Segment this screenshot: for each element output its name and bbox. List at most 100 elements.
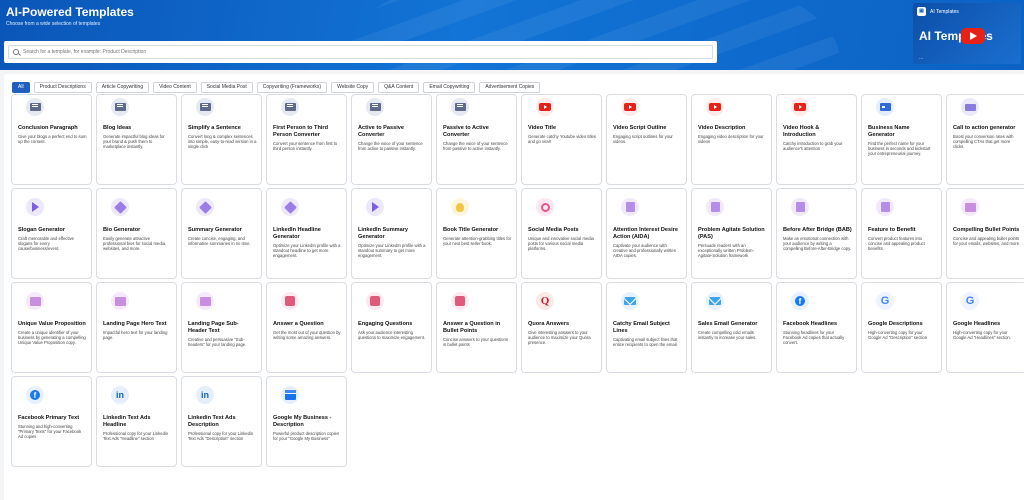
template-card[interactable]: Blog Ideas Generate impactful blog ideas … (96, 94, 177, 185)
templates-panel: All Product Descriptions Article Copywriti… (4, 74, 1024, 500)
tab-copywriting-frameworks[interactable]: Copywriting (Frameworks) (256, 82, 328, 93)
template-description: Concise answers to your questions in bul… (443, 337, 508, 348)
pen-icon (111, 198, 129, 216)
tab-email-copywriting[interactable]: Email Copywriting (423, 82, 476, 93)
tab-all[interactable]: All (12, 82, 30, 93)
template-card[interactable]: Catchy Email Subject Lines Captivating em… (606, 282, 687, 373)
google-icon: G (961, 292, 979, 310)
search-panel (4, 41, 717, 63)
megaphone-icon (26, 198, 44, 216)
qa-icon (451, 292, 469, 310)
hero-banner: AI-Powered Templates Choose from a wide … (0, 0, 1024, 70)
cta-icon (961, 98, 979, 116)
template-description: Stunning and high-converting "Primary Te… (18, 424, 82, 440)
template-card[interactable]: Bio Generator Easily generate attractive … (96, 188, 177, 279)
template-description: Change the voice of your sentence from a… (358, 141, 423, 152)
template-card[interactable]: Sales Email Generator Create compelling c… (691, 282, 772, 373)
template-card[interactable]: Video Script Outline Engaging script outl… (606, 94, 687, 185)
tab-website-copy[interactable]: Website Copy (331, 82, 375, 93)
search-input[interactable] (23, 49, 703, 55)
template-card[interactable]: Active to Passive Converter Change the vo… (351, 94, 432, 185)
template-card[interactable]: Before After Bridge (BAB) Make an emotion… (776, 188, 857, 279)
mail-icon (621, 292, 639, 310)
tab-advertisement-copies[interactable]: Advertisement Copies (479, 82, 541, 93)
template-card[interactable]: LinkedIn Headline Generator Optimize your… (266, 188, 347, 279)
template-card[interactable]: LinkedIn Summary Generator Optimize your … (351, 188, 432, 279)
template-card[interactable]: Compelling Bullet Points Concise and appe… (946, 188, 1024, 279)
template-title: Linkedin Text Ads Headline (103, 415, 151, 428)
template-card[interactable]: Social Media Posts Unique and innovative … (521, 188, 602, 279)
page-subtitle: Choose from a wide selection of template… (6, 21, 101, 27)
template-title: Sales Email Generator (698, 321, 758, 327)
template-card[interactable]: Book Title Generator Generate attention-g… (436, 188, 517, 279)
template-card[interactable]: Video Title Generate catchy Youtube video… (521, 94, 602, 185)
template-card[interactable]: Passive to Active Converter Change the vo… (436, 94, 517, 185)
template-card[interactable]: Landing Page Hero Text Impactful hero tex… (96, 282, 177, 373)
template-card[interactable]: f Facebook Headlines Stunning headlines fo… (776, 282, 857, 373)
qa-icon (366, 292, 384, 310)
tab-social-media-post[interactable]: Social Media Post (200, 82, 253, 93)
template-card[interactable]: Answer a Question Get the most out of you… (266, 282, 347, 373)
template-card[interactable]: Landing Page Sub-Header Text Creative and… (181, 282, 262, 373)
facebook-icon: f (791, 292, 809, 310)
template-description: Unique and innovative social media posts… (528, 236, 594, 252)
template-card[interactable]: Call to action generator Boost your conve… (946, 94, 1024, 185)
template-card[interactable]: Attention Interest Desire Action (AIDA) C… (606, 188, 687, 279)
template-card[interactable]: Engaging Questions Ask your audience inte… (351, 282, 432, 373)
template-card[interactable]: Conclusion Paragraph Give your blogs a pe… (11, 94, 92, 185)
lightbulb-icon (451, 198, 469, 216)
template-card[interactable]: Business Name Generator Find the perfect … (861, 94, 942, 185)
template-card[interactable]: Q Quora Answers Give interesting answers t… (521, 282, 602, 373)
pen-icon (196, 198, 214, 216)
template-description: Easily generate attractive professional … (103, 236, 167, 252)
video-channel-label: AI Templates (930, 9, 959, 15)
template-card[interactable]: in Linkedin Text Ads Description Professio… (181, 376, 262, 467)
chat-icon (111, 98, 129, 116)
template-card[interactable]: Video Hook & Introduction Catchy introduc… (776, 94, 857, 185)
template-card[interactable]: Summary Generator Create concise, engagin… (181, 188, 262, 279)
template-title: Before After Bridge (BAB) (783, 227, 852, 233)
template-title: Blog Ideas (103, 125, 132, 131)
template-title: Book Title Generator (443, 227, 499, 233)
template-card[interactable]: Answer a Question in Bullet Points Concis… (436, 282, 517, 373)
template-card[interactable]: Unique Value Proposition Create a unique … (11, 282, 92, 373)
search-box[interactable] (8, 45, 713, 59)
template-card[interactable]: Google My Business - Description Powerful… (266, 376, 347, 467)
template-card[interactable]: Problem Agitate Solution (PAS) Persuade r… (691, 188, 772, 279)
tab-product-descriptions[interactable]: Product Descriptions (33, 82, 92, 93)
template-description: Captivating email subject lines that ent… (613, 337, 678, 348)
document-icon (621, 198, 639, 216)
template-card[interactable]: f Facebook Primary Text Stunning and high-… (11, 376, 92, 467)
video-thumbnail[interactable]: ▣ AI Templates AI Templates ... (913, 3, 1021, 64)
linkedin-icon: in (111, 386, 129, 404)
youtube-icon (621, 98, 639, 116)
play-button-icon[interactable] (961, 28, 985, 44)
tab-q-a-content[interactable]: Q&A Content (378, 82, 420, 93)
tab-article-copywriting[interactable]: Article Copywriting (95, 82, 150, 93)
template-description: Convert product features into concise an… (868, 236, 925, 252)
category-tabs: All Product Descriptions Article Copywriti… (12, 82, 541, 93)
youtube-icon (706, 98, 724, 116)
template-title: Video Hook & Introduction (783, 125, 820, 138)
template-description: High-converting copy for your Google Ad … (953, 330, 1011, 341)
template-title: Feature to Benefit (868, 227, 916, 233)
template-description: Find the perfect name for your business … (868, 141, 931, 157)
search-icon (13, 49, 19, 55)
google-icon: G (876, 292, 894, 310)
template-description: Optimize your LinkedIn profile with a st… (273, 243, 341, 259)
template-card[interactable]: Simplify a Sentence Convert long & comple… (181, 94, 262, 185)
template-title: Google My Business - Description (273, 415, 332, 428)
business-card-icon (876, 98, 894, 116)
template-card[interactable]: Feature to Benefit Convert product featur… (861, 188, 942, 279)
template-card[interactable]: Video Description Engaging video descript… (691, 94, 772, 185)
template-description: Change the voice of your sentence from p… (443, 141, 508, 152)
template-card[interactable]: First Person to Third Person Converter Co… (266, 94, 347, 185)
youtube-icon (536, 98, 554, 116)
template-card[interactable]: in Linkedin Text Ads Headline Professional… (96, 376, 177, 467)
template-card[interactable]: Slogan Generator Craft memorable and effe… (11, 188, 92, 279)
template-card[interactable]: G Google Descriptions High-converting copy… (861, 282, 942, 373)
tab-video-content[interactable]: Video Content (153, 82, 197, 93)
template-card[interactable]: G Google Headlines High-converting copy fo… (946, 282, 1024, 373)
chat-icon (281, 98, 299, 116)
template-title: Facebook Headlines (783, 321, 838, 327)
